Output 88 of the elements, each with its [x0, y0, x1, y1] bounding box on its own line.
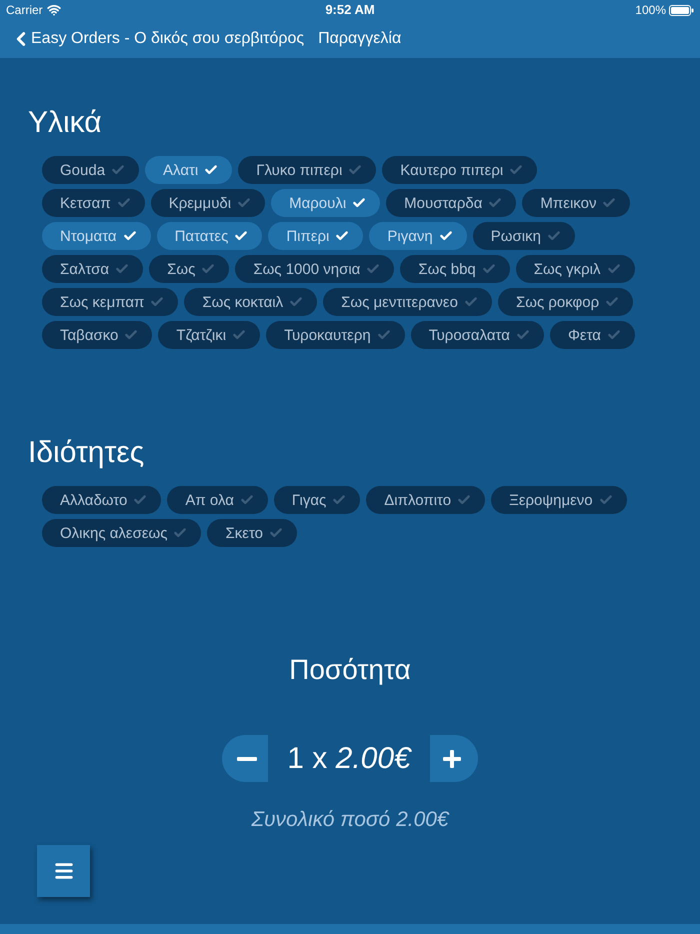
check-icon [509, 163, 524, 177]
option-chip[interactable]: Κρεμμυδι [150, 189, 266, 217]
quantity-heading: Ποσότητα [288, 653, 412, 687]
increase-button[interactable] [430, 735, 478, 782]
option-chip[interactable]: Gouda [42, 156, 140, 184]
check-icon [111, 163, 126, 177]
option-chip[interactable]: Απ ολα [167, 486, 268, 514]
check-icon [133, 493, 148, 507]
option-chip[interactable]: Σως [149, 255, 230, 283]
check-icon [606, 262, 621, 276]
option-chip[interactable]: Ριγανη [369, 222, 467, 250]
option-chip[interactable]: Ρωσικη [472, 222, 575, 250]
option-chip[interactable]: Αλλαδωτο [42, 486, 162, 514]
check-icon [602, 196, 616, 210]
check-icon [269, 526, 283, 540]
check-icon [232, 328, 246, 342]
option-chip[interactable]: Σως γκριλ [516, 255, 635, 283]
check-icon [598, 493, 613, 507]
option-chip[interactable]: Μαρουλι [271, 189, 380, 217]
option-chip[interactable]: Πιπερι [268, 222, 364, 250]
option-chip[interactable]: Καυτερο πιπερι [382, 156, 538, 184]
check-icon [605, 295, 620, 309]
option-chip[interactable]: Τζατζικι [158, 321, 260, 349]
option-chip[interactable]: Ντοματα [42, 222, 151, 250]
battery-label: 100% [635, 2, 666, 19]
option-chip[interactable]: Ολικης αλεσεως [42, 519, 202, 547]
page-title: Παραγγελία [318, 29, 402, 49]
option-chip[interactable]: Σκετο [207, 519, 297, 547]
check-icon [122, 229, 137, 243]
option-chip[interactable]: Ταβασκο [42, 321, 152, 349]
check-icon [606, 328, 621, 342]
check-icon [438, 229, 453, 243]
minus-icon [236, 756, 256, 760]
option-chip[interactable]: Διπλοπιτο [366, 486, 486, 514]
option-chip[interactable]: Γιγας [274, 486, 360, 514]
option-chip[interactable]: Σως bbq [400, 255, 510, 283]
option-chip[interactable]: Σως κεμπαπ [42, 288, 178, 316]
option-chip[interactable]: Σως ροκφορ [498, 288, 634, 316]
check-icon [115, 262, 130, 276]
section-heading: Υλικά [27, 105, 103, 141]
check-icon [124, 328, 138, 342]
check-icon [116, 196, 131, 210]
total-amount: Συνολικό ποσό 2.00€ [250, 807, 450, 833]
check-icon [335, 229, 350, 243]
option-chip[interactable]: Πατατες [156, 222, 262, 250]
option-chip[interactable]: Σως 1000 νησια [235, 255, 394, 283]
option-chip[interactable]: Αλατι [145, 156, 232, 184]
option-chip[interactable]: Φετα [550, 321, 635, 349]
check-icon [516, 328, 530, 342]
option-chip[interactable]: Γλυκο πιπερι [238, 156, 376, 184]
section-heading: Ιδιότητες [27, 435, 146, 471]
check-icon [457, 493, 472, 507]
option-chip[interactable]: Ξεροψημενο [491, 486, 627, 514]
check-icon [488, 196, 502, 210]
menu-button[interactable] [37, 845, 90, 897]
check-icon [289, 295, 304, 309]
quantity-amount: 1 x 2.00€ [287, 740, 411, 776]
check-icon [348, 163, 362, 177]
decrease-button[interactable] [222, 735, 268, 782]
check-icon [173, 526, 188, 540]
carrier-label: Carrier [6, 2, 43, 19]
check-icon [546, 229, 561, 243]
check-icon [352, 196, 366, 210]
option-chip[interactable]: Τυροσαλατα [410, 321, 544, 349]
plus-icon [443, 750, 461, 768]
check-icon [464, 295, 478, 309]
check-icon [204, 163, 218, 177]
check-icon [366, 262, 380, 276]
check-icon [376, 328, 391, 342]
check-icon [482, 262, 496, 276]
menu-icon [52, 860, 74, 882]
battery-icon [669, 4, 694, 16]
wifi-icon [46, 3, 61, 17]
status-time: 9:52 AM [325, 1, 375, 20]
option-chip[interactable]: Σως μεντιτερανεο [323, 288, 492, 316]
option-chip[interactable]: Σως κοκταιλ [184, 288, 318, 316]
back-button[interactable]: Easy Orders - Ο δικός σου σερβιτόρος [10, 26, 304, 52]
option-chip[interactable]: Μπεικον [522, 189, 630, 217]
check-icon [150, 295, 164, 309]
option-chip[interactable]: Τυροκαυτερη [266, 321, 405, 349]
check-icon [234, 229, 248, 243]
check-icon [237, 196, 252, 210]
option-chip[interactable]: Κετσαπ [42, 189, 145, 217]
option-chip[interactable]: Σαλτσα [42, 255, 144, 283]
option-chip[interactable]: Μουσταρδα [386, 189, 516, 217]
check-icon [201, 262, 216, 276]
check-icon [332, 493, 346, 507]
check-icon [240, 493, 254, 507]
